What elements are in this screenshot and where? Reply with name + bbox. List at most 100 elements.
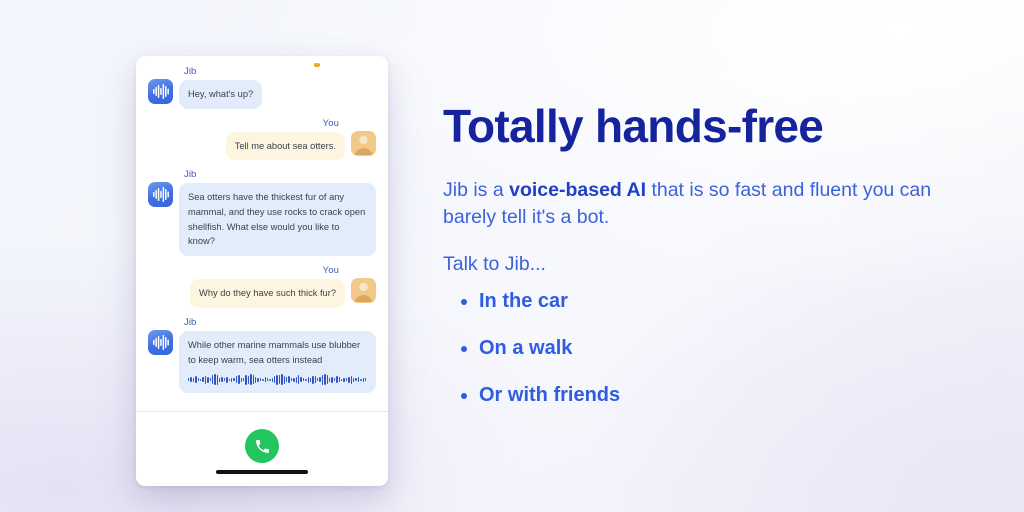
- waveform-bar: [278, 375, 281, 385]
- copy-block: Totally hands-free Jib is a voice-based …: [443, 102, 983, 431]
- waveform-bar: [362, 377, 364, 382]
- waveform-bar: [247, 375, 250, 384]
- waveform-bar: [357, 377, 360, 383]
- waveform-bar: [207, 376, 209, 383]
- phone-icon: [255, 439, 269, 453]
- waveform-bar: [192, 377, 195, 382]
- waveform-bar: [245, 374, 247, 385]
- waveform-bar: [352, 377, 355, 382]
- use-case-item: On a walk: [461, 337, 983, 360]
- waveform-bar: [355, 378, 357, 382]
- lede-paragraph: Jib is a voice-based AI that is so fast …: [443, 177, 943, 232]
- waveform-bar: [364, 378, 367, 382]
- waveform-bar: [274, 376, 276, 384]
- waveform-bar: [254, 376, 257, 383]
- headline: Totally hands-free: [443, 100, 824, 152]
- message-bubble: Sea otters have the thickest fur of any …: [179, 183, 376, 257]
- waveform-bar: [242, 378, 245, 382]
- waveform-bar: [341, 378, 343, 381]
- use-case-list: In the car On a walk Or with friends: [443, 290, 983, 407]
- chat-message: Jib While other marine mammals use blubbe…: [148, 316, 376, 394]
- waveform-bar: [221, 377, 223, 383]
- speaker-label: Jib: [184, 316, 197, 328]
- waveform-bar: [295, 376, 297, 383]
- home-indicator-bar: [216, 470, 308, 474]
- speaker-label: You: [322, 117, 339, 129]
- waveform-bar: [345, 378, 348, 382]
- waveform-bar: [309, 377, 312, 382]
- waveform-bar: [321, 374, 324, 385]
- speaker-label: Jib: [184, 169, 197, 181]
- waveform-bar: [257, 377, 259, 382]
- waveform-bar: [324, 374, 326, 386]
- waveform-bar: [331, 376, 333, 383]
- use-case-item: In the car: [461, 290, 983, 313]
- use-case-item: Or with friends: [461, 384, 983, 407]
- speaker-label: You: [322, 265, 339, 277]
- waveform-bar: [231, 377, 233, 382]
- message-bubble: While other marine mammals use blubber t…: [179, 330, 376, 394]
- message-text: Tell me about sea otters.: [234, 140, 336, 151]
- waveform-bar: [188, 378, 190, 382]
- waveform-bar: [228, 378, 231, 381]
- waveform-bar: [264, 377, 266, 383]
- waveform-bar: [336, 376, 338, 384]
- chat-transcript: Jib Hey, what's up? You Tell me about sea o…: [136, 56, 388, 411]
- jib-waveform-avatar: [148, 329, 173, 355]
- message-column: Jib Hey, what's up?: [179, 66, 263, 109]
- lede-before: Jib is a: [443, 178, 510, 201]
- waveform-bar: [326, 375, 329, 385]
- waveform-bar: [305, 378, 307, 381]
- waveform-bar: [223, 378, 226, 382]
- waveform-bar: [333, 378, 336, 382]
- audio-waveform: [188, 373, 367, 386]
- waveform-bar: [266, 378, 269, 382]
- waveform-bar: [290, 378, 293, 382]
- user-person-avatar: [351, 278, 376, 304]
- waveform-bar: [252, 375, 254, 385]
- message-column: Jib While other marine mammals use blubbe…: [179, 316, 376, 394]
- waveform-bar: [350, 375, 352, 384]
- waveform-bar: [314, 376, 317, 384]
- waveform-bar: [319, 377, 321, 383]
- message-bubble: Hey, what's up?: [179, 80, 263, 109]
- lede-strong: voice-based AI: [509, 178, 647, 201]
- phone-mockup: Jib Hey, what's up? You Tell me about sea o…: [136, 56, 388, 486]
- waveform-bar: [302, 378, 305, 382]
- waveform-bar: [300, 377, 302, 383]
- waveform-bar: [219, 377, 221, 382]
- jib-waveform-avatar: [148, 79, 173, 104]
- waveform-bar: [360, 378, 362, 381]
- chat-message: Jib Sea otters have the thickest fur of a…: [148, 169, 376, 257]
- message-column: You Why do they have such thick fur?: [190, 265, 345, 308]
- call-button[interactable]: [245, 429, 279, 463]
- waveform-bar: [199, 378, 202, 381]
- chat-message: You Tell me about sea otters.: [148, 118, 376, 161]
- waveform-bar: [262, 378, 264, 381]
- speaker-label: Jib: [184, 66, 197, 77]
- waveform-bar: [202, 377, 204, 383]
- waveform-bar: [288, 376, 290, 384]
- waveform-bar: [312, 375, 314, 384]
- waveform-bar: [348, 376, 350, 383]
- waveform-bar: [281, 374, 283, 386]
- waveform-bar: [297, 375, 300, 385]
- message-text: While other marine mammals use blubber t…: [188, 339, 361, 365]
- waveform-bar: [271, 377, 274, 382]
- waveform-bar: [259, 378, 262, 382]
- waveform-bar: [233, 378, 235, 382]
- waveform-bar: [197, 378, 199, 382]
- waveform-bar: [286, 377, 288, 383]
- call-bar: [136, 411, 388, 486]
- waveform-bar: [317, 378, 319, 382]
- waveform-bar: [343, 377, 345, 382]
- waveform-bar: [204, 375, 207, 384]
- waveform-bar: [214, 374, 216, 386]
- waveform-bar: [195, 376, 197, 384]
- waveform-bar: [307, 376, 309, 383]
- message-column: Jib Sea otters have the thickest fur of a…: [179, 169, 376, 257]
- waveform-bar: [226, 376, 228, 383]
- waveform-bar: [240, 377, 242, 382]
- waveform-bar: [293, 377, 295, 382]
- waveform-bar: [216, 374, 219, 385]
